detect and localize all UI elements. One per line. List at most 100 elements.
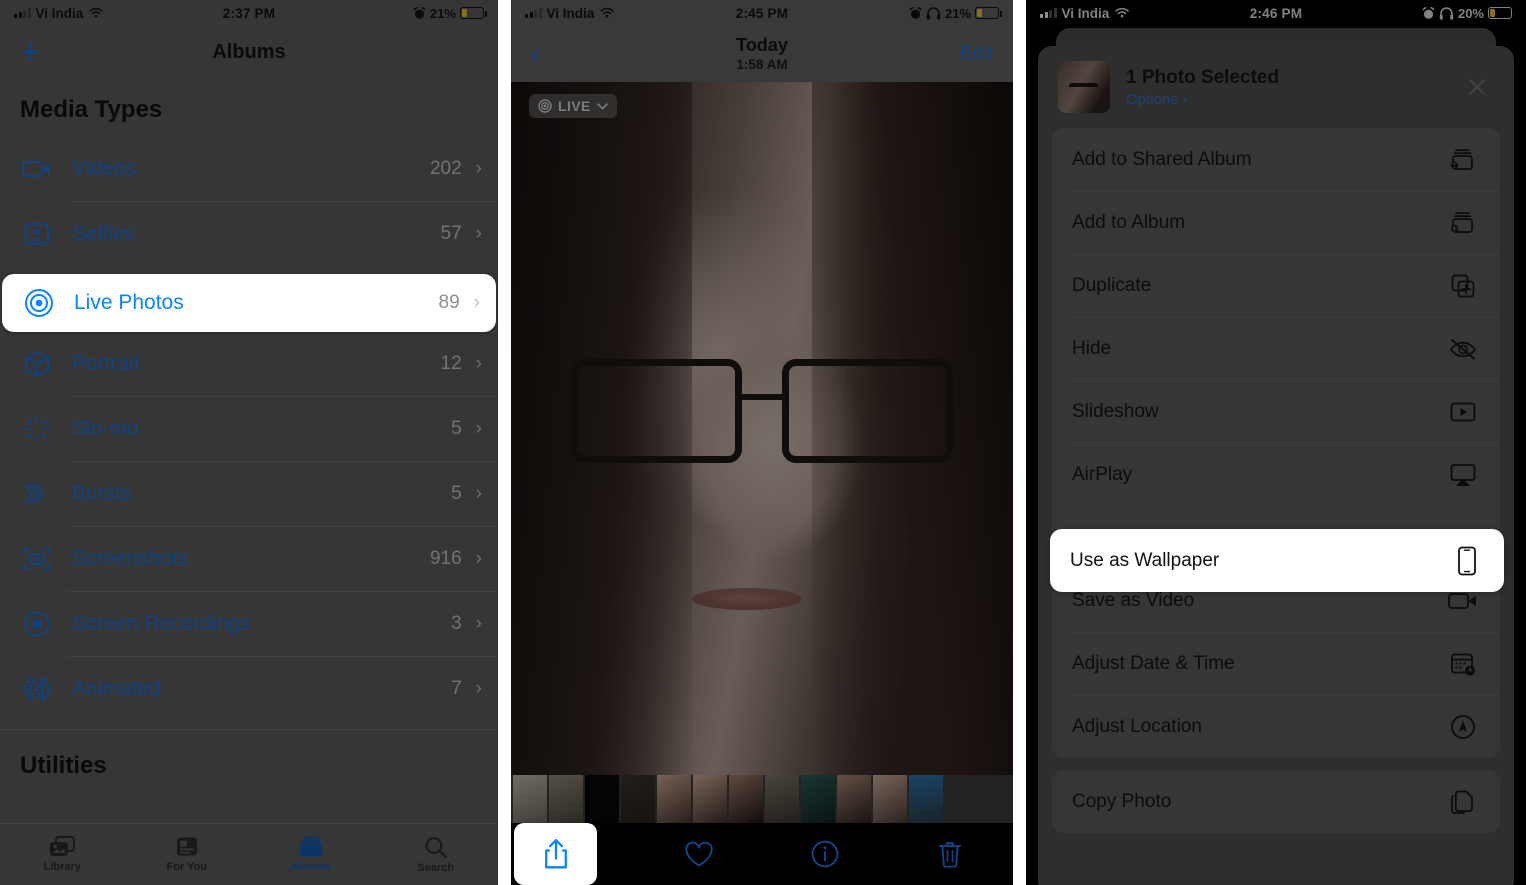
media-row-bursts[interactable]: Bursts 5 › — [0, 461, 498, 526]
tab-bar: Library For You Albums Search — [0, 823, 498, 885]
filmstrip-thumb[interactable] — [837, 775, 871, 823]
animated-icon — [20, 672, 54, 706]
menu-item-label: Adjust Date & Time — [1072, 652, 1235, 674]
status-right: 21% — [762, 5, 1002, 21]
share-sheet: 1 Photo Selected Options › Add to Shared… — [1038, 46, 1514, 885]
photos-library-icon — [50, 836, 76, 856]
filmstrip-thumb[interactable] — [909, 775, 943, 823]
panel-gutter-1 — [498, 0, 511, 885]
tab-library[interactable]: Library — [0, 836, 125, 873]
media-row-screen-recordings[interactable]: Screen Recordings 3 › — [0, 591, 498, 656]
filmstrip-thumb[interactable] — [765, 775, 799, 823]
media-row-label: Selfies — [72, 221, 136, 245]
chevron-right-icon: › — [475, 353, 482, 374]
live-photo-icon — [538, 99, 552, 113]
filmstrip-thumb[interactable] — [801, 775, 835, 823]
menu-item-adjust-date-time[interactable]: Adjust Date & Time — [1052, 632, 1500, 695]
eye-slash-icon — [1446, 338, 1480, 360]
screen-recording-icon — [20, 607, 54, 641]
photo-filmstrip[interactable] — [511, 775, 1013, 823]
add-album-icon — [1446, 210, 1480, 236]
photo-title-block: Today 1:58 AM — [511, 35, 1013, 73]
tab-for-you[interactable]: For You — [125, 836, 250, 873]
menu-item-copy-photo[interactable]: Copy Photo — [1052, 770, 1500, 833]
calendar-clock-icon — [1446, 651, 1480, 677]
filmstrip-thumb[interactable] — [585, 775, 619, 823]
menu-item-airplay[interactable]: AirPlay — [1052, 443, 1500, 506]
media-row-count: 7 — [451, 677, 462, 699]
media-row-live-photos[interactable]: Live Photos 89 › — [2, 274, 496, 332]
menu-item-duplicate[interactable]: Duplicate — [1052, 254, 1500, 317]
media-row-label: Videos — [72, 156, 136, 180]
filmstrip-thumb[interactable] — [657, 775, 691, 823]
battery-icon — [1488, 7, 1515, 19]
live-photo-badge[interactable]: LIVE — [529, 94, 617, 118]
share-icon — [544, 839, 567, 869]
selfie-portrait-icon — [20, 217, 54, 251]
edit-button[interactable]: Edit — [960, 43, 993, 65]
menu-item-slideshow[interactable]: Slideshow — [1052, 380, 1500, 443]
media-row-videos[interactable]: Videos 202 › — [0, 136, 498, 201]
media-row-label: Screen Recordings — [72, 611, 251, 635]
tab-albums[interactable]: Albums — [249, 836, 374, 873]
media-row-count: 5 — [451, 482, 462, 504]
share-button[interactable] — [514, 823, 597, 885]
menu-item-label: Use as Wallpaper — [1070, 549, 1220, 571]
media-row-animated[interactable]: Animated 7 › — [0, 656, 498, 721]
media-row-count: 202 — [429, 157, 462, 179]
page-title: Albums — [212, 40, 286, 63]
battery-percent: 21% — [429, 5, 456, 21]
filmstrip-thumb[interactable] — [873, 775, 907, 823]
alarm-icon — [909, 6, 922, 19]
filmstrip-thumb[interactable] — [729, 775, 763, 823]
status-bar: Vi India 2:37 PM 21% — [0, 0, 498, 26]
menu-item-hide[interactable]: Hide — [1052, 317, 1500, 380]
media-row-screenshots[interactable]: Screenshots 916 › — [0, 526, 498, 591]
video-camera-icon — [20, 152, 54, 186]
menu-item-adjust-location[interactable]: Adjust Location — [1052, 695, 1500, 758]
chevron-right-icon: › — [475, 548, 482, 569]
slomo-icon — [20, 412, 54, 446]
search-icon — [425, 836, 447, 858]
delete-button[interactable] — [888, 840, 1014, 868]
menu-item-use-as-wallpaper[interactable]: Use as Wallpaper — [1050, 529, 1504, 592]
photo-preview[interactable] — [511, 82, 1013, 775]
media-row-selfies[interactable]: Selfies 57 › — [0, 201, 498, 266]
media-row-slo-mo[interactable]: Slo-mo 5 › — [0, 396, 498, 461]
menu-item-label: Add to Shared Album — [1072, 148, 1252, 170]
favorite-button[interactable] — [637, 841, 763, 868]
menu-item-add-to-shared-album[interactable]: Add to Shared Album — [1052, 128, 1500, 191]
media-row-portrait[interactable]: Portrait 12 › — [0, 331, 498, 396]
close-button[interactable] — [1460, 70, 1494, 104]
media-row-label: Slo-mo — [72, 416, 139, 440]
tab-label: Albums — [291, 861, 332, 873]
photo-navbar: ‹ Today 1:58 AM Edit — [511, 26, 1013, 82]
chevron-right-icon: › — [475, 418, 482, 439]
filmstrip-thumb[interactable] — [693, 775, 727, 823]
status-right: 20% — [1276, 5, 1515, 21]
airplay-icon — [1446, 463, 1480, 487]
battery-icon — [975, 7, 1002, 19]
info-button[interactable] — [762, 840, 888, 868]
menu-item-label: Slideshow — [1072, 400, 1159, 422]
menu-item-label: AirPlay — [1072, 463, 1133, 485]
cube-icon — [20, 347, 54, 381]
slideshow-icon — [1446, 401, 1480, 423]
filmstrip-thumb[interactable] — [513, 775, 547, 823]
bursts-icon — [20, 477, 54, 511]
options-link[interactable]: Options › — [1126, 91, 1444, 108]
battery-percent: 20% — [1457, 5, 1484, 21]
filmstrip-thumb[interactable] — [621, 775, 655, 823]
live-badge-label: LIVE — [558, 98, 591, 114]
location-arrow-icon — [1446, 714, 1480, 740]
alarm-icon — [1422, 6, 1435, 19]
tab-search[interactable]: Search — [374, 836, 499, 874]
media-row-label: Screenshots — [72, 546, 189, 570]
headphones-icon — [1439, 6, 1454, 20]
selection-title: 1 Photo Selected — [1126, 67, 1280, 89]
battery-percent: 21% — [944, 5, 971, 21]
chevron-right-icon: › — [475, 158, 482, 179]
chevron-right-icon: › — [475, 678, 482, 699]
menu-item-add-to-album[interactable]: Add to Album — [1052, 191, 1500, 254]
filmstrip-thumb[interactable] — [549, 775, 583, 823]
